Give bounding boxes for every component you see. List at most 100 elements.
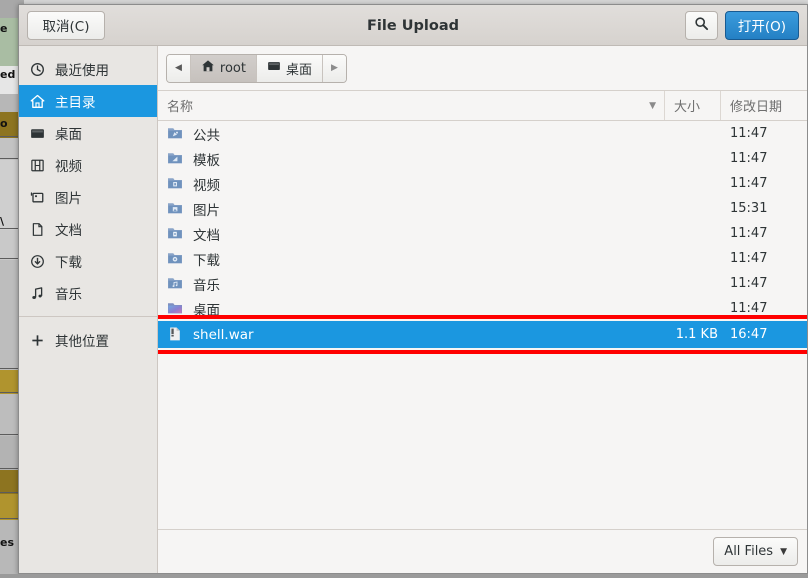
- path-bar-row: ◀ root 桌面 ▶: [158, 46, 807, 91]
- file-name-cell: 视频: [158, 174, 665, 194]
- column-header-name-label: 名称: [167, 100, 194, 115]
- download-icon: [29, 253, 46, 270]
- cancel-button[interactable]: 取消(C): [27, 10, 105, 40]
- file-name-label: shell.war: [193, 326, 254, 343]
- home-icon: [201, 59, 215, 77]
- column-header-modified-label: 修改日期: [730, 100, 783, 115]
- open-button[interactable]: 打开(O): [725, 10, 799, 40]
- file-size-cell: 1.1 KB: [675, 327, 718, 342]
- browser-pane: ◀ root 桌面 ▶ 名称 ▼ 大小 修改日期 公共 11:47 模板 11:…: [158, 46, 807, 573]
- document-icon: [29, 221, 46, 238]
- film-icon: [29, 157, 46, 174]
- background-text-fragment: es: [0, 536, 15, 549]
- sidebar-item-label: 其他位置: [55, 334, 109, 350]
- sidebar-item-label: 最近使用: [55, 63, 109, 79]
- table-row[interactable]: 图片 15:31: [158, 196, 807, 221]
- file-name-label: 桌面: [193, 302, 220, 319]
- breadcrumb-forward-button[interactable]: ▶: [323, 54, 346, 82]
- breadcrumb-item-desktop[interactable]: 桌面: [257, 54, 324, 82]
- sidebar-item-5[interactable]: 图片: [19, 181, 157, 213]
- sidebar-item-label: 视频: [55, 159, 82, 175]
- file-modified-cell: 11:47: [730, 126, 768, 141]
- search-button[interactable]: [685, 10, 718, 40]
- column-header-modified[interactable]: 修改日期: [721, 91, 807, 120]
- column-header-name[interactable]: 名称 ▼: [158, 91, 665, 120]
- table-row[interactable]: 公共 11:47: [158, 121, 807, 146]
- sidebar-item-other-locations[interactable]: 其他位置: [19, 324, 157, 356]
- file-name-label: 视频: [193, 177, 220, 194]
- sidebar-item-2[interactable]: 主目录: [19, 85, 157, 117]
- file-modified-cell: 11:47: [730, 226, 768, 241]
- file-name-label: 图片: [193, 202, 220, 219]
- background-text-fragment: \: [0, 215, 5, 228]
- sidebar-item-label: 文档: [55, 223, 82, 239]
- sidebar-item-6[interactable]: 文档: [19, 213, 157, 245]
- table-row[interactable]: 桌面 11:47: [158, 296, 807, 321]
- table-row[interactable]: 模板 11:47: [158, 146, 807, 171]
- file-icon: [167, 326, 184, 343]
- file-modified-cell: 11:47: [730, 301, 768, 316]
- file-name-label: 公共: [193, 127, 220, 144]
- sidebar-item-label: 图片: [55, 191, 82, 207]
- column-header-size-label: 大小: [674, 100, 701, 115]
- sidebar-item-1[interactable]: 最近使用: [19, 53, 157, 85]
- file-modified-cell: 16:47: [730, 327, 768, 342]
- file-type-filter-dropdown[interactable]: All Files ▼: [713, 537, 798, 566]
- breadcrumb-back-button[interactable]: ◀: [167, 54, 191, 82]
- file-name-label: 模板: [193, 152, 220, 169]
- dialog-footer: All Files ▼: [158, 529, 807, 573]
- search-icon: [694, 16, 709, 35]
- screen-bottom-strip: [0, 574, 808, 578]
- folder-templates-icon: [167, 150, 184, 167]
- file-name-cell: 模板: [158, 149, 665, 169]
- plus-icon: [29, 332, 46, 349]
- breadcrumb-item-label: 桌面: [286, 62, 313, 78]
- folder-pictures-icon: [167, 200, 184, 217]
- chevron-down-icon: ▼: [780, 546, 787, 557]
- desktop-icon: [29, 125, 46, 142]
- folder-documents-icon: [167, 225, 184, 242]
- folder-downloads-icon: [167, 250, 184, 267]
- forward-arrow-icon: ▶: [331, 63, 338, 73]
- image-icon: [29, 189, 46, 206]
- breadcrumb: ◀ root 桌面 ▶: [166, 53, 347, 83]
- music-icon: [29, 285, 46, 302]
- file-name-label: 下载: [193, 252, 220, 269]
- file-modified-cell: 11:47: [730, 151, 768, 166]
- table-row[interactable]: shell.war 1.1 KB 16:47: [158, 321, 807, 348]
- breadcrumb-item-label: root: [219, 60, 246, 76]
- sidebar-item-label: 主目录: [55, 95, 96, 111]
- sidebar-item-7[interactable]: 下载: [19, 245, 157, 277]
- table-row[interactable]: 文档 11:47: [158, 221, 807, 246]
- table-row[interactable]: 音乐 11:47: [158, 271, 807, 296]
- clock-icon: [29, 61, 46, 78]
- folder-videos-icon: [167, 175, 184, 192]
- file-modified-cell: 11:47: [730, 251, 768, 266]
- dialog-body: 最近使用 主目录 桌面 视频 图片 文档 下载 音乐 其他位置 ◀ root 桌…: [19, 46, 807, 573]
- home-icon: [29, 93, 46, 110]
- table-row[interactable]: 视频 11:47: [158, 171, 807, 196]
- sidebar-item-label: 下载: [55, 255, 82, 271]
- folder-desktop-icon: [167, 300, 184, 317]
- places-sidebar: 最近使用主目录桌面视频图片文档下载音乐 其他位置: [19, 46, 158, 573]
- sidebar-item-8[interactable]: 音乐: [19, 277, 157, 309]
- breadcrumb-item-root[interactable]: root: [190, 54, 257, 82]
- file-name-label: 音乐: [193, 277, 220, 294]
- file-name-cell: 公共: [158, 124, 665, 144]
- file-name-cell: shell.war: [158, 326, 665, 343]
- desktop-icon: [267, 59, 281, 77]
- folder-public-icon: [167, 125, 184, 142]
- cancel-button-label: 取消(C): [42, 19, 90, 35]
- file-rows-container: 公共 11:47 模板 11:47 视频 11:47 图片 15:31 文档 11:47 下载 11:…: [158, 121, 807, 348]
- background-text-fragment: e: [0, 22, 8, 35]
- file-list[interactable]: 公共 11:47 模板 11:47 视频 11:47 图片 15:31 文档 11:47 下载 11:…: [158, 121, 807, 529]
- dialog-header-bar: File Upload 取消(C) 打开(O): [19, 5, 807, 46]
- filter-label: All Files: [724, 544, 774, 559]
- back-arrow-icon: ◀: [175, 63, 182, 73]
- sidebar-item-4[interactable]: 视频: [19, 149, 157, 181]
- sidebar-item-label: 桌面: [55, 127, 82, 143]
- column-header-size[interactable]: 大小: [665, 91, 721, 120]
- sidebar-item-3[interactable]: 桌面: [19, 117, 157, 149]
- file-name-cell: 音乐: [158, 274, 665, 294]
- table-row[interactable]: 下载 11:47: [158, 246, 807, 271]
